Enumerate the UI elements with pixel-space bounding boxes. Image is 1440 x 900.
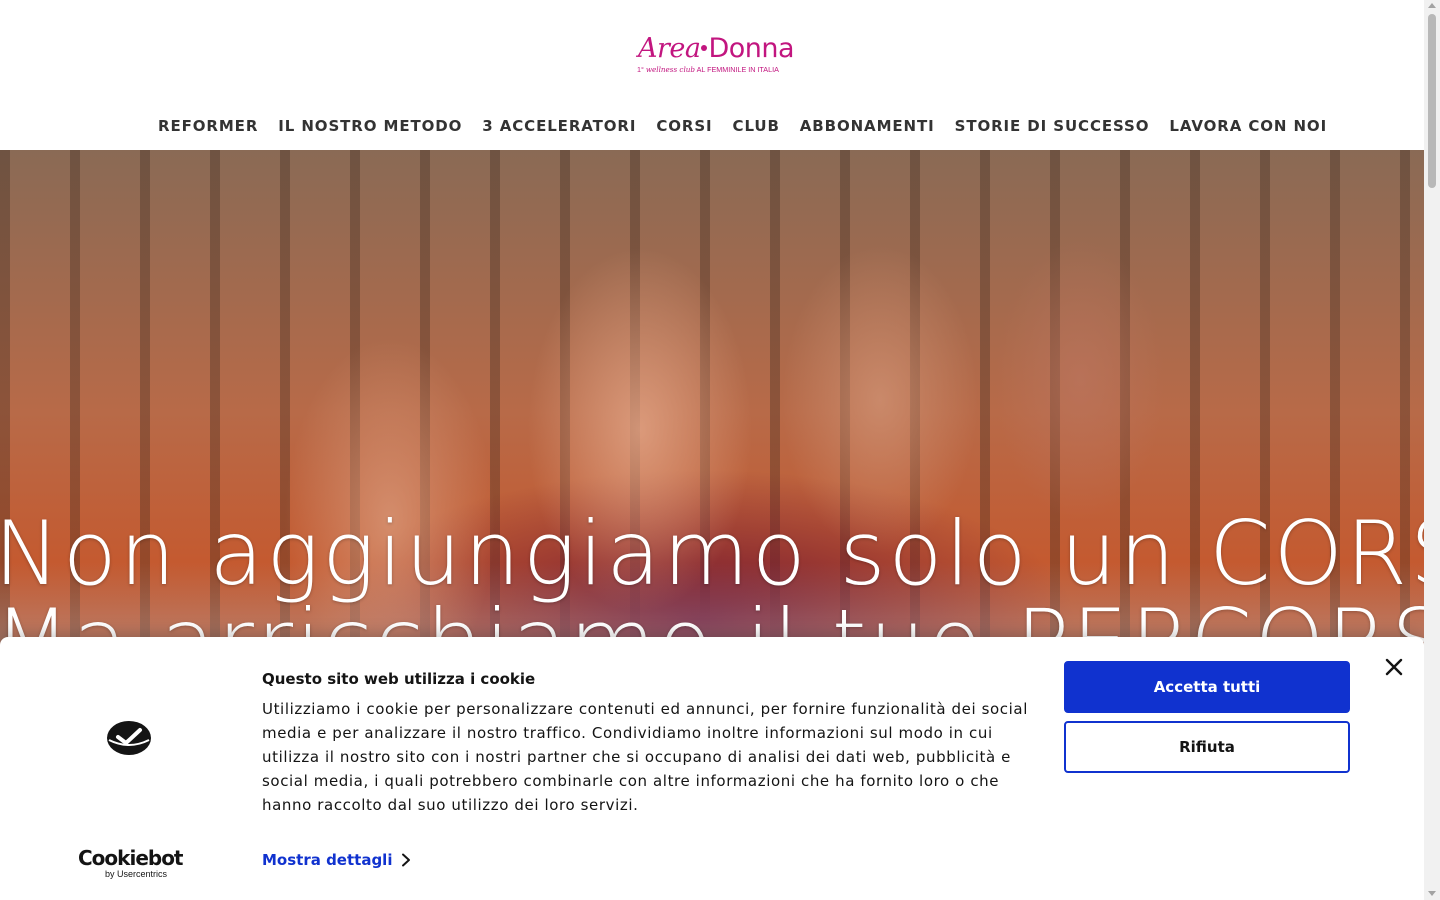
show-details-link[interactable]: Mostra dettagli: [262, 849, 412, 871]
nav-item-lavora-con-noi[interactable]: LAVORA CON NOI: [1169, 116, 1327, 136]
cookie-title: Questo sito web utilizza i cookie: [262, 670, 536, 688]
nav-item-reformer[interactable]: REFORMER: [158, 116, 258, 136]
cookiebot-shield-icon: [107, 721, 151, 755]
logo-wordmark: Area Donna: [638, 33, 795, 64]
scroll-down-arrow-icon[interactable]: [1428, 891, 1436, 896]
chevron-right-icon: [402, 853, 411, 867]
brand-logo[interactable]: Area Donna 1° wellness club AL FEMMINILE …: [636, 30, 795, 80]
nav-item-abbonamenti[interactable]: ABBONAMENTI: [800, 116, 935, 136]
page-scrollbar[interactable]: [1424, 0, 1440, 900]
show-details-label: Mostra dettagli: [262, 851, 393, 869]
scroll-up-arrow-icon[interactable]: [1428, 3, 1436, 8]
accept-all-button[interactable]: Accetta tutti: [1064, 661, 1350, 713]
logo-tagline: 1° wellness club AL FEMMINILE IN ITALIA: [637, 65, 779, 74]
cookie-description: Utilizziamo i cookie per personalizzare …: [262, 700, 1028, 814]
cookiebot-byline: by Usercentrics: [105, 869, 168, 879]
logo-dot: [701, 44, 708, 51]
nav-item-club[interactable]: CLUB: [733, 116, 780, 136]
page: Area Donna 1° wellness club AL FEMMINILE …: [0, 0, 1424, 900]
nav-item-3-acceleratori[interactable]: 3 ACCELERATORI: [482, 116, 636, 136]
cookiebot-brand[interactable]: Cookiebot by Usercentrics: [78, 847, 198, 879]
cookiebot-wordmark: Cookiebot: [78, 846, 184, 870]
nav-item-il-nostro-metodo[interactable]: IL NOSTRO METODO: [278, 116, 462, 136]
nav-item-storie-di-successo[interactable]: STORIE DI SUCCESSO: [955, 116, 1150, 136]
reject-button[interactable]: Rifiuta: [1064, 721, 1350, 773]
main-nav: REFORMER IL NOSTRO METODO 3 ACCELERATORI…: [158, 116, 1347, 136]
close-icon[interactable]: [1384, 657, 1404, 677]
cookie-consent-banner: Cookiebot by Usercentrics Questo sito we…: [0, 637, 1424, 900]
site-header: Area Donna 1° wellness club AL FEMMINILE …: [0, 0, 1424, 150]
nav-item-corsi[interactable]: CORSI: [656, 116, 712, 136]
scrollbar-thumb[interactable]: [1428, 14, 1436, 188]
